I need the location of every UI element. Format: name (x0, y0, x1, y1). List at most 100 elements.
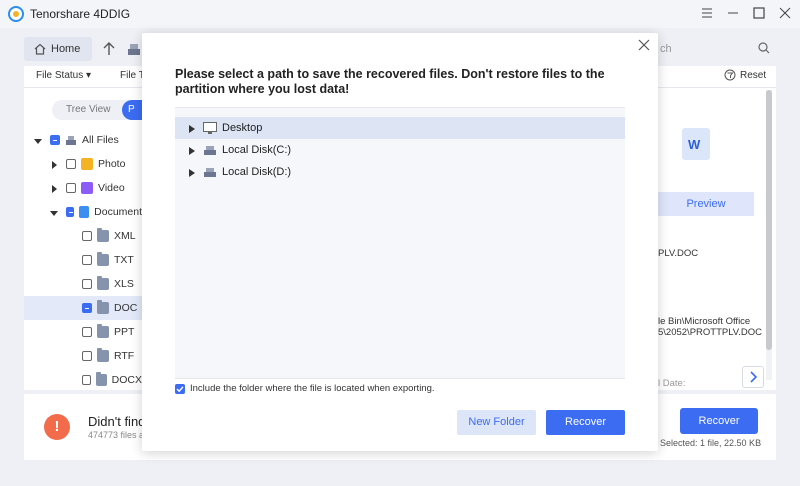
warning-icon: ! (44, 414, 70, 440)
caret-right-icon[interactable] (50, 160, 58, 169)
tree-item-label: Document (94, 206, 142, 218)
tree-item-document[interactable]: Document (24, 200, 142, 224)
menu-icon[interactable] (700, 6, 714, 20)
details-panel: W Preview PLV.DOC le Bin\Microsoft Offic… (658, 88, 776, 390)
document-icon (79, 206, 90, 218)
checkbox[interactable] (82, 327, 92, 337)
folder-icon (97, 228, 109, 242)
drive-icon (126, 40, 142, 58)
path-item-local-disk-d[interactable]: Local Disk(D:) (175, 161, 625, 183)
checkbox[interactable] (82, 279, 92, 289)
details-scrollbar[interactable] (766, 90, 772, 380)
chevron-right-icon (750, 371, 758, 383)
tree-item-doc[interactable]: DOC (24, 296, 142, 320)
tree-item-label: Photo (98, 158, 126, 170)
word-file-badge: W (688, 137, 701, 152)
file-path-line-2: 5\2052\PROTTPLV.DOC (658, 327, 763, 338)
monitor-icon (203, 122, 217, 134)
tree-item-all-files[interactable]: All Files (24, 128, 142, 152)
folder-icon (97, 252, 109, 266)
tree-item-docx[interactable]: DOCX (24, 368, 142, 392)
photo-icon (81, 158, 93, 170)
tree-item-rtf[interactable]: RTF (24, 344, 142, 368)
path-item-label: Local Disk(C:) (222, 144, 292, 156)
caret-down-icon[interactable] (50, 208, 58, 216)
file-path-line-1: le Bin\Microsoft Office (658, 316, 751, 327)
word-file-icon: W (682, 128, 710, 160)
video-icon (81, 182, 93, 194)
home-label: Home (51, 43, 81, 55)
tree-item-label: DOC (114, 302, 138, 314)
file-status-label: File Status (36, 70, 84, 81)
checkbox[interactable] (82, 255, 92, 265)
next-button[interactable] (742, 366, 764, 388)
tree-item-label: All Files (82, 134, 119, 146)
maximize-icon[interactable] (752, 6, 766, 20)
caret-right-icon[interactable] (189, 124, 195, 133)
tree-item-ppt[interactable]: PPT (24, 320, 142, 344)
chevron-down-icon: ▾ (86, 70, 92, 81)
tree-item-photo[interactable]: Photo (24, 152, 142, 176)
scrollbar-thumb[interactable] (766, 90, 772, 350)
caret-down-icon[interactable] (34, 136, 42, 144)
checkbox[interactable] (82, 375, 92, 385)
include-folder-option[interactable]: Include the folder where the file is loc… (175, 383, 435, 394)
tree-item-txt[interactable]: TXT (24, 248, 142, 272)
dialog-title: Please select a path to save the recover… (175, 67, 605, 96)
filter-reset-icon (724, 69, 736, 81)
folder-icon (97, 348, 109, 362)
tree-item-xls[interactable]: XLS (24, 272, 142, 296)
app-title: Tenorshare 4DDIG (30, 7, 131, 21)
folder-icon (96, 372, 107, 386)
checkbox[interactable] (82, 351, 92, 361)
checkbox[interactable] (50, 135, 60, 145)
folder-icon (97, 300, 109, 314)
tree-item-label: PPT (114, 326, 135, 338)
checkbox[interactable] (66, 159, 76, 169)
drive-icon (65, 134, 77, 146)
tree-item-label: Video (98, 182, 125, 194)
path-item-local-disk-c[interactable]: Local Disk(C:) (175, 139, 625, 161)
caret-right-icon[interactable] (189, 168, 195, 177)
minimize-icon[interactable] (726, 6, 740, 20)
path-item-desktop[interactable]: Desktop (175, 117, 625, 139)
checkbox[interactable] (66, 183, 76, 193)
recover-button[interactable]: Recover (546, 410, 625, 435)
disk-icon (203, 166, 217, 178)
file-status-filter[interactable]: File Status ▾ (36, 70, 91, 81)
tree-item-xml[interactable]: XML (24, 224, 142, 248)
path-tree: Desktop Local Disk(C:) Local Disk(D:) (175, 107, 625, 379)
reset-label: Reset (740, 69, 767, 81)
close-icon[interactable] (638, 39, 650, 51)
caret-right-icon[interactable] (189, 146, 195, 155)
selected-info: Selected: 1 file, 22.50 KB (660, 438, 762, 448)
home-icon (34, 43, 46, 55)
preview-button[interactable]: Preview (658, 192, 754, 216)
tree-item-label: RTF (114, 350, 135, 362)
tree-view-tab[interactable]: Tree View (66, 104, 110, 115)
file-name-value: PLV.DOC (658, 248, 699, 259)
main-recover-button[interactable]: Recover (680, 408, 758, 434)
reset-button[interactable]: Reset (724, 69, 766, 81)
view-toggle: Tree View P (52, 100, 142, 120)
path-view-tab[interactable]: P (122, 100, 142, 120)
include-folder-checkbox[interactable] (175, 383, 185, 394)
path-item-label: Local Disk(D:) (222, 166, 292, 178)
tree-item-video[interactable]: Video (24, 176, 142, 200)
checkbox[interactable] (66, 207, 75, 217)
checkbox[interactable] (82, 303, 92, 313)
tree-item-label: DOCX (111, 374, 142, 386)
status-title: Didn't find (88, 414, 146, 429)
left-panel: Tree View P All Files Photo Video Docume… (24, 88, 142, 390)
checkbox[interactable] (82, 231, 92, 241)
new-folder-button[interactable]: New Folder (457, 410, 536, 435)
tree-item-label: XML (114, 230, 136, 242)
close-window-icon[interactable] (778, 6, 792, 20)
search-icon[interactable] (758, 42, 770, 54)
caret-right-icon[interactable] (50, 184, 58, 193)
disk-icon (203, 144, 217, 156)
folder-icon (97, 276, 109, 290)
home-button[interactable]: Home (24, 37, 92, 61)
up-arrow-icon[interactable] (100, 40, 118, 58)
tree-item-label: TXT (114, 254, 134, 266)
